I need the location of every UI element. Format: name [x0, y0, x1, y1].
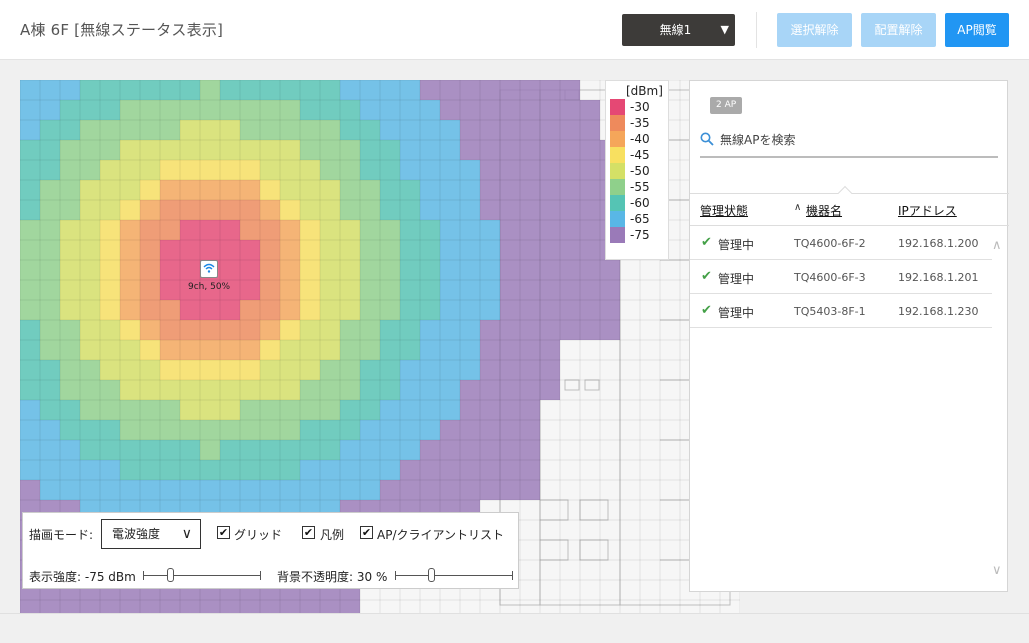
check-icon: ✔	[701, 269, 712, 284]
ap-list-checkbox[interactable]: ✔	[360, 526, 373, 539]
slider-tick	[143, 571, 144, 580]
legend-item: -60	[610, 195, 666, 211]
legend-label: -50	[630, 164, 650, 178]
search-icon	[700, 132, 714, 146]
row-device-name: TQ4600-6F-3	[794, 271, 866, 284]
legend-item: -65	[610, 211, 666, 227]
row-status: 管理中	[718, 306, 755, 320]
legend-swatch	[610, 147, 625, 163]
table-row[interactable]: ✔ 管理中 TQ4600-6F-2 192.168.1.200	[690, 226, 992, 260]
draw-mode-label: 描画モード:	[29, 528, 94, 542]
unplace-button[interactable]: 配置解除	[861, 13, 936, 47]
slider-tick	[512, 571, 513, 580]
header-bar: A棟 6F [無線ステータス表示] 無線1 ▼ 選択解除 配置解除 AP閲覧	[0, 0, 1029, 60]
ap-view-button[interactable]: AP閲覧	[945, 13, 1009, 47]
wifi-icon	[203, 263, 215, 273]
row-ip: 192.168.1.200	[898, 237, 979, 250]
strength-slider-thumb[interactable]	[167, 568, 175, 582]
table-row[interactable]: ✔ 管理中 TQ5403-8F-1 192.168.1.230	[690, 294, 992, 328]
legend-item: -40	[610, 131, 666, 147]
col-header-name[interactable]: 機器名	[806, 202, 842, 219]
slider-tick	[395, 571, 396, 580]
row-ip: 192.168.1.201	[898, 271, 979, 284]
ap-search-input[interactable]	[720, 129, 990, 151]
legend-title: [dBm]	[626, 84, 663, 98]
col-header-ip[interactable]: IPアドレス	[898, 202, 957, 219]
ap-count-badge: 2 AP	[710, 97, 743, 114]
ap-list-panel: 2 AP 管理状態 ∧ 機器名 IPアドレス ✔ 管理中 TQ4600-6F-2…	[689, 80, 1009, 592]
legend-label: 凡例	[320, 528, 345, 542]
row-status: 管理中	[718, 272, 755, 286]
legend-checkbox[interactable]: ✔	[302, 526, 315, 539]
legend-swatch	[610, 195, 625, 211]
legend-label: -40	[630, 132, 650, 146]
legend-swatch	[610, 99, 625, 115]
footer-bar	[0, 613, 1029, 643]
legend-item: -55	[610, 179, 666, 195]
legend-item: -75	[610, 227, 666, 243]
header-divider	[756, 12, 757, 48]
draw-mode-select[interactable]: 電波強度 ∨	[101, 519, 201, 549]
legend-label: -75	[630, 228, 650, 242]
legend-label: -60	[630, 196, 650, 210]
legend-item: -45	[610, 147, 666, 163]
slider-tick	[260, 571, 261, 580]
scroll-up-icon[interactable]: ∧	[992, 238, 1002, 253]
radio-select[interactable]: 無線1 ▼	[622, 14, 735, 46]
legend-swatch	[610, 131, 625, 147]
legend-label: -35	[630, 116, 650, 130]
opacity-label: 背景不透明度: 30 %	[277, 570, 388, 584]
row-device-name: TQ4600-6F-2	[794, 237, 866, 250]
sort-asc-icon: ∧	[794, 202, 802, 213]
legend-label: -65	[630, 212, 650, 226]
legend-item: -50	[610, 163, 666, 179]
grid-label: グリッド	[234, 528, 283, 542]
row-device-name: TQ5403-8F-1	[794, 305, 866, 318]
dbm-legend: [dBm] -30 -35 -40 -45 -50 -55 -60 -65 -75	[605, 80, 669, 260]
col-header-status[interactable]: 管理状態	[700, 202, 748, 219]
scrollbar[interactable]	[992, 226, 1008, 592]
page-title: A棟 6F [無線ステータス表示]	[20, 21, 224, 39]
table-row[interactable]: ✔ 管理中 TQ4600-6F-3 192.168.1.201	[690, 260, 992, 294]
row-ip: 192.168.1.230	[898, 305, 979, 318]
opacity-slider-thumb[interactable]	[428, 568, 436, 582]
ap-channel-label: 9ch, 50%	[188, 282, 231, 292]
check-icon: ✔	[701, 235, 712, 250]
strength-label: 表示強度: -75 dBm	[29, 570, 136, 584]
search-underline	[700, 156, 998, 158]
chevron-down-icon: ∨	[181, 526, 192, 542]
panel-notch	[837, 185, 853, 201]
legend-swatch	[610, 179, 625, 195]
legend-label: -30	[630, 100, 650, 114]
legend-swatch	[610, 163, 625, 179]
ap-marker-icon[interactable]	[200, 260, 218, 278]
legend-label: -55	[630, 180, 650, 194]
radio-select-value: 無線1	[659, 23, 692, 37]
legend-swatch	[610, 115, 625, 131]
map-controls: 描画モード: 電波強度 ∨ ✔ グリッド ✔ 凡例 ✔ AP/クライアントリスト…	[22, 512, 519, 589]
grid-checkbox[interactable]: ✔	[217, 526, 230, 539]
strength-slider[interactable]	[143, 568, 261, 582]
ap-list-label: AP/クライアントリスト	[377, 528, 505, 542]
legend-label: -45	[630, 148, 650, 162]
legend-swatch	[610, 211, 625, 227]
caret-down-icon: ▼	[720, 23, 729, 36]
row-status: 管理中	[718, 238, 755, 252]
opacity-slider[interactable]	[395, 568, 513, 582]
legend-swatch	[610, 227, 625, 243]
check-icon: ✔	[701, 303, 712, 318]
draw-mode-value: 電波強度	[112, 527, 161, 541]
legend-item: -35	[610, 115, 666, 131]
deselect-button[interactable]: 選択解除	[777, 13, 852, 47]
legend-item: -30	[610, 99, 666, 115]
scroll-down-icon[interactable]: ∨	[992, 563, 1002, 578]
